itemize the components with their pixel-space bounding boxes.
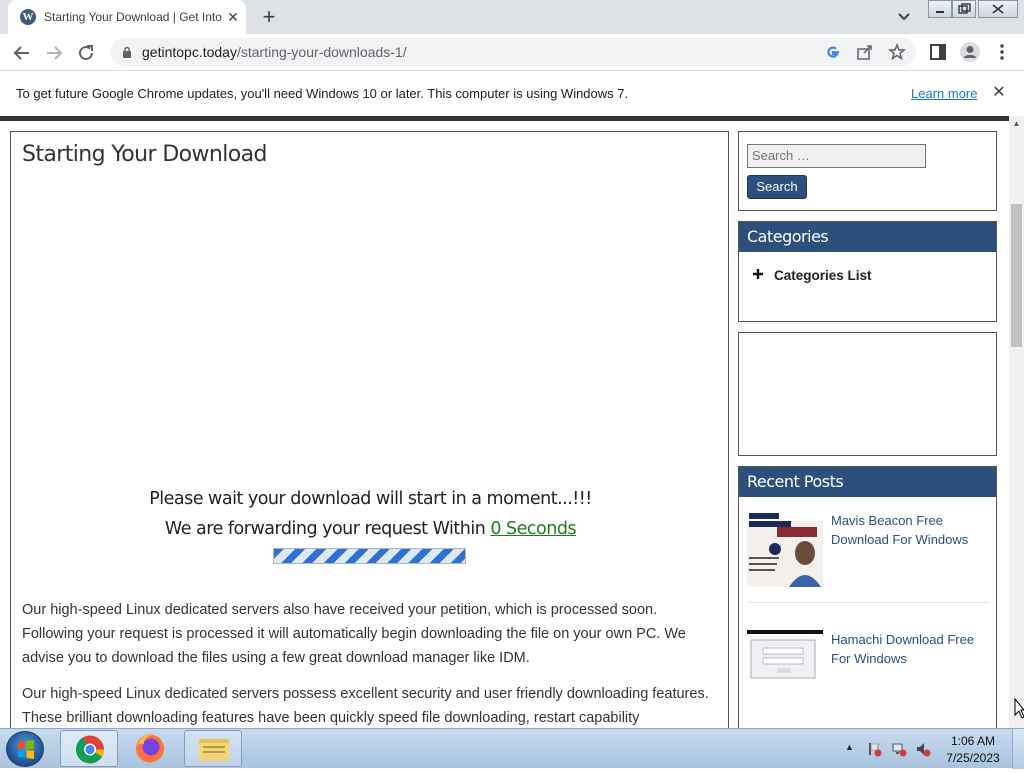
countdown-link[interactable]: 0 Seconds [490,519,576,539]
reload-icon [79,45,93,60]
taskbar-explorer-button[interactable] [184,730,242,767]
categories-list-toggle[interactable]: Categories List [774,268,872,283]
tab-close-icon[interactable]: ✕ [224,8,242,26]
recent-post-title[interactable]: Mavis Beacon Free Download For Windows [831,511,981,549]
chrome-update-infobar: To get future Google Chrome updates, you… [0,72,1024,116]
start-button[interactable] [6,731,44,767]
minimize-icon [936,11,944,13]
browser-toolbar: getintopc.today/starting-your-downloads-… [0,34,1024,71]
post-thumbnail[interactable] [747,511,823,587]
forward-button[interactable] [41,40,67,66]
network-icon[interactable] [891,741,907,757]
windows-logo-icon [18,740,34,759]
bookmark-star-icon[interactable] [888,43,906,61]
forward-arrow-icon [47,46,63,60]
wait-message: Please wait your download will start in … [149,489,592,509]
page-viewport: Starting Your Download Please wait your … [0,116,1024,728]
taskbar-chrome-button[interactable] [60,730,118,767]
info-paragraph: Our high-speed Linux dedicated servers p… [22,686,709,726]
info-paragraph: Our high-speed Linux dedicated servers a… [22,602,686,666]
plus-icon[interactable] [751,267,765,281]
new-tab-button[interactable]: + [258,6,280,28]
site-header-strip [0,116,1009,121]
google-translate-icon[interactable] [824,43,842,61]
wordpress-icon: W [20,9,36,25]
browser-tab-active[interactable]: W Starting Your Download | Get Into PC ✕ [8,0,246,34]
folder-icon [199,739,229,761]
restore-icon [958,3,971,14]
forwarding-text: We are forwarding your request Within [164,519,491,539]
tab-search-chevron-icon[interactable] [894,8,914,26]
url-host: getintopc.today [142,44,237,60]
main-content: Starting Your Download Please wait your … [10,131,729,728]
infobar-close-icon[interactable]: ✕ [990,84,1008,102]
learn-more-link[interactable]: Learn more [911,86,977,102]
recent-posts-widget: Recent Posts Mavis Beacon Free Download … [738,466,997,728]
recent-post-item[interactable]: Mavis Beacon Free Download For Windows [747,511,990,603]
post-thumbnail[interactable] [747,630,823,706]
browser-tab-strip: W Starting Your Download | Get Into PC ✕… [0,0,1024,34]
taskbar-firefox-button[interactable] [121,730,179,767]
reload-button[interactable] [73,40,99,66]
ad-widget [738,332,997,456]
profile-avatar-icon[interactable] [959,41,981,63]
restore-button[interactable] [952,0,976,18]
tray-overflow-icon[interactable]: ▲ [845,742,854,752]
page-title: Starting Your Download [22,142,267,167]
url-text: getintopc.today/starting-your-downloads-… [142,44,407,60]
close-window-button[interactable] [978,0,1018,18]
minimize-button[interactable] [928,0,952,18]
page-scrollbar[interactable]: ▲ [1009,116,1024,728]
side-panel-icon[interactable] [928,42,948,62]
firefox-icon [136,734,164,763]
share-icon[interactable] [856,43,874,61]
tab-title: Starting Your Download | Get Into PC [44,10,224,24]
search-widget: Search … Search [738,131,997,211]
recent-post-title[interactable]: Hamachi Download Free For Windows [831,630,981,668]
infobar-message: To get future Google Chrome updates, you… [16,86,629,101]
recent-post-item[interactable]: Hamachi Download Free For Windows [747,630,990,722]
mouse-cursor-icon [1014,698,1024,719]
windows-taskbar: ▲ 1:06 AM 7/25/2023 [0,728,1024,769]
search-input[interactable]: Search … [747,144,926,168]
forwarding-message: We are forwarding your request Within 0 … [11,519,730,539]
chrome-menu-icon[interactable] [992,42,1012,62]
download-progress-bar [273,548,466,564]
progress-fill [274,549,465,563]
action-center-flag-icon[interactable] [866,741,882,757]
chrome-icon [76,735,104,764]
clock-date[interactable]: 7/25/2023 [940,751,1006,765]
back-arrow-icon [13,46,29,60]
url-path: /starting-your-downloads-1/ [236,44,407,60]
back-button[interactable] [9,40,35,66]
search-button[interactable]: Search [747,175,807,199]
categories-heading: Categories [739,222,996,252]
close-window-icon [992,4,1004,14]
categories-widget: Categories Categories List [738,221,997,322]
lock-icon [123,46,131,58]
clock-time[interactable]: 1:06 AM [940,734,1006,748]
address-bar[interactable]: getintopc.today/starting-your-downloads-… [110,38,916,66]
show-desktop-button[interactable] [1012,729,1024,769]
recent-posts-heading: Recent Posts [739,467,996,497]
scroll-up-arrow-icon[interactable]: ▲ [1009,116,1024,131]
volume-muted-icon[interactable] [915,741,931,757]
scrollbar-thumb[interactable] [1011,204,1022,347]
